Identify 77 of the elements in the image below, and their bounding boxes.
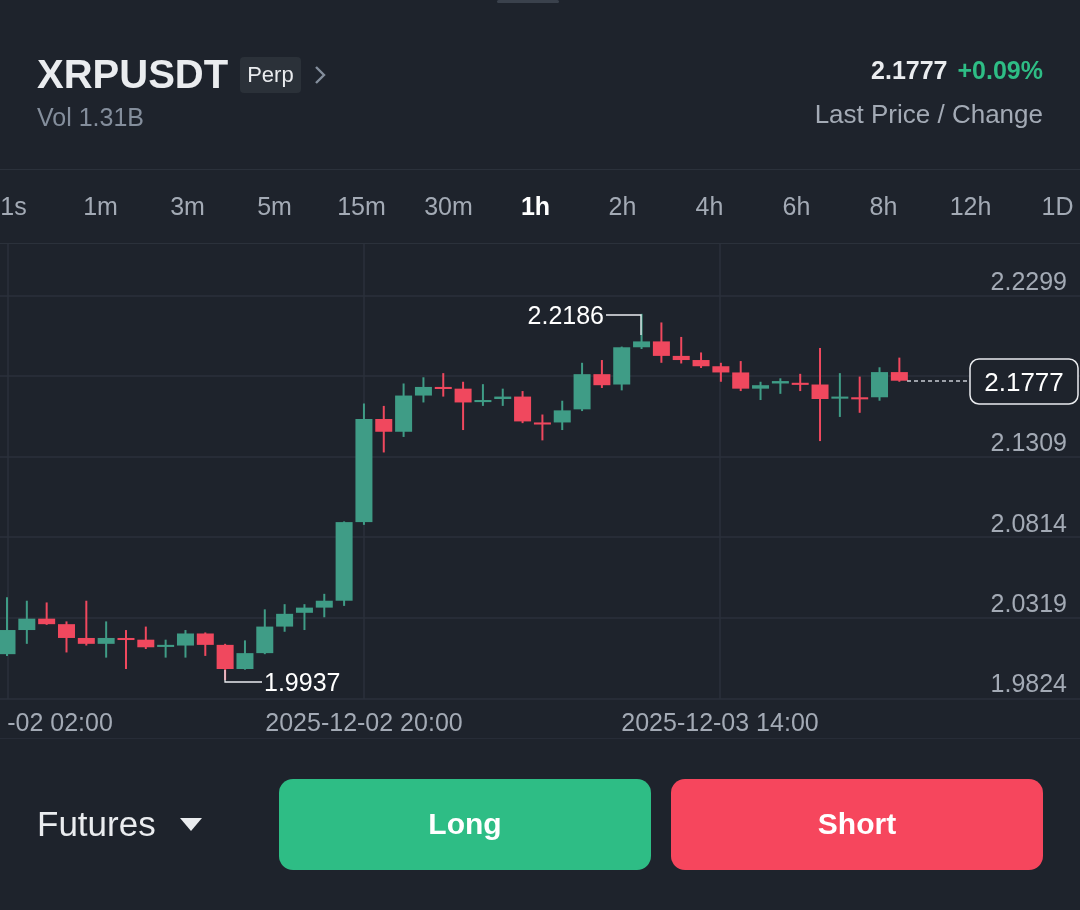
candlestick bbox=[732, 360, 750, 393]
candlestick bbox=[593, 359, 611, 389]
interval-tab[interactable]: 15m bbox=[337, 192, 386, 221]
high-price-label: 2.2186 bbox=[527, 301, 604, 329]
caret-down-icon[interactable] bbox=[179, 817, 202, 831]
price-caption: Last Price / Change bbox=[814, 99, 1043, 130]
candlestick bbox=[652, 321, 670, 364]
price-axis-label: 2.2299 bbox=[990, 267, 1067, 295]
candlestick bbox=[672, 335, 690, 365]
candlestick bbox=[454, 380, 472, 432]
interval-tab[interactable]: 30m bbox=[424, 192, 473, 221]
candlestick bbox=[553, 399, 571, 432]
candlestick bbox=[256, 608, 274, 656]
candlestick bbox=[613, 345, 631, 392]
candlestick bbox=[315, 592, 333, 619]
candlestick bbox=[58, 620, 75, 654]
interval-tab[interactable]: 2h bbox=[608, 192, 637, 221]
candlestick bbox=[890, 356, 908, 383]
candlestick bbox=[851, 375, 869, 414]
candlestick bbox=[137, 625, 155, 650]
candlestick bbox=[791, 372, 809, 393]
short-button[interactable]: Short bbox=[671, 778, 1043, 870]
candlestick bbox=[712, 361, 730, 383]
interval-tab[interactable]: 1m bbox=[83, 192, 118, 221]
interval-tab[interactable]: 8h bbox=[869, 192, 898, 221]
market-selector[interactable]: Futures bbox=[37, 804, 156, 844]
candlestick bbox=[633, 312, 651, 350]
interval-tab[interactable]: 12h bbox=[949, 192, 992, 221]
candlestick bbox=[38, 601, 56, 626]
low-price-label: 1.9937 bbox=[264, 668, 341, 696]
price-axis-label: 2.0319 bbox=[990, 589, 1067, 617]
interval-tab[interactable]: 1s bbox=[0, 192, 27, 221]
candlestick bbox=[573, 361, 591, 413]
candlestick bbox=[0, 596, 16, 657]
contract-type-badge: Perp bbox=[240, 56, 301, 93]
price-axis-label: 2.1309 bbox=[990, 428, 1067, 456]
candlestick bbox=[77, 599, 95, 647]
last-price: 2.1777 bbox=[871, 56, 948, 85]
leader-line bbox=[605, 314, 642, 336]
candlestick bbox=[295, 603, 313, 632]
interval-tab[interactable]: 1D bbox=[1041, 192, 1074, 221]
candlestick bbox=[236, 639, 254, 671]
time-axis-label: 2025-12-03 14:00 bbox=[621, 708, 819, 736]
candlestick bbox=[831, 372, 849, 418]
candlestick bbox=[752, 380, 770, 402]
candlestick bbox=[771, 377, 789, 395]
candlestick bbox=[533, 413, 551, 442]
candlestick bbox=[97, 620, 115, 659]
candlestick bbox=[157, 638, 175, 659]
candlestick bbox=[375, 404, 393, 454]
volume-text: Vol 1.31B bbox=[37, 103, 146, 132]
candlestick bbox=[514, 390, 532, 425]
interval-tab[interactable]: 4h bbox=[695, 192, 724, 221]
price-change: +0.09% bbox=[957, 56, 1043, 85]
candlestick bbox=[494, 387, 512, 407]
interval-tab[interactable]: 6h bbox=[782, 192, 811, 221]
last-price-tag: 2.1777 bbox=[984, 367, 1064, 397]
price-axis-label: 1.9824 bbox=[990, 669, 1067, 697]
interval-tab[interactable]: 1h bbox=[520, 192, 551, 221]
candlestick bbox=[18, 599, 36, 645]
candlestick bbox=[276, 603, 294, 633]
drag-handle[interactable] bbox=[497, 0, 559, 3]
interval-tab[interactable]: 5m bbox=[257, 192, 292, 221]
candlestick bbox=[434, 372, 452, 398]
chevron-right-icon[interactable] bbox=[312, 63, 327, 86]
time-axis-label: -02 02:00 bbox=[7, 708, 113, 736]
candlestick bbox=[196, 631, 214, 657]
time-axis-label: 2025-12-02 20:00 bbox=[265, 708, 463, 736]
candlestick bbox=[117, 629, 135, 670]
symbol-title: XRPUSDT bbox=[37, 52, 229, 97]
candlestick bbox=[692, 351, 710, 369]
candlestick bbox=[871, 366, 888, 402]
candlestick bbox=[176, 629, 194, 659]
leader-line bbox=[224, 669, 263, 683]
interval-tab[interactable]: 3m bbox=[170, 192, 205, 221]
price-axis-label: 2.0814 bbox=[990, 509, 1067, 537]
candlestick bbox=[474, 383, 492, 407]
